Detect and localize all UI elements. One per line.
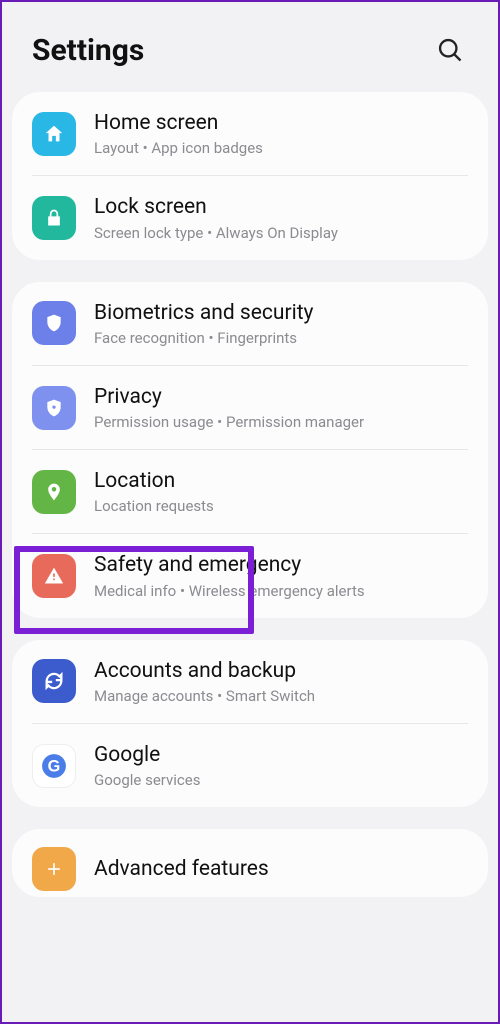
settings-group: Advanced features <box>12 829 488 897</box>
row-title: Lock screen <box>94 194 468 221</box>
row-sub: Google services <box>94 771 468 789</box>
row-sub: Location requests <box>94 497 468 515</box>
settings-row-location[interactable]: Location Location requests <box>32 449 468 533</box>
row-title: Location <box>94 468 468 495</box>
settings-group: Home screen Layout • App icon badges Loc… <box>12 92 488 260</box>
row-text: Google Google services <box>94 742 468 789</box>
settings-group: Biometrics and security Face recognition… <box>12 282 488 618</box>
settings-row-advanced[interactable]: Advanced features <box>32 829 468 897</box>
search-button[interactable] <box>432 32 468 68</box>
row-title: Google <box>94 742 468 769</box>
row-title: Accounts and backup <box>94 658 468 685</box>
row-sub: Face recognition • Fingerprints <box>94 329 468 347</box>
row-title: Privacy <box>94 384 468 411</box>
svg-text:G: G <box>48 757 61 775</box>
row-text: Advanced features <box>94 856 468 883</box>
row-title: Advanced features <box>94 856 468 883</box>
settings-row-privacy[interactable]: Privacy Permission usage • Permission ma… <box>32 365 468 449</box>
row-text: Safety and emergency Medical info • Wire… <box>94 552 468 599</box>
home-icon <box>32 112 76 156</box>
row-title: Home screen <box>94 110 468 137</box>
row-text: Home screen Layout • App icon badges <box>94 110 468 157</box>
row-sub: Screen lock type • Always On Display <box>94 224 468 242</box>
plus-icon <box>32 847 76 891</box>
row-text: Accounts and backup Manage accounts • Sm… <box>94 658 468 705</box>
row-text: Biometrics and security Face recognition… <box>94 300 468 347</box>
row-text: Privacy Permission usage • Permission ma… <box>94 384 468 431</box>
row-title: Safety and emergency <box>94 552 468 579</box>
row-sub: Permission usage • Permission manager <box>94 413 468 431</box>
settings-row-biometrics[interactable]: Biometrics and security Face recognition… <box>32 282 468 365</box>
location-icon <box>32 470 76 514</box>
settings-group: Accounts and backup Manage accounts • Sm… <box>12 640 488 808</box>
settings-row-google[interactable]: G Google Google services <box>32 723 468 807</box>
page-title: Settings <box>32 33 144 68</box>
row-title: Biometrics and security <box>94 300 468 327</box>
google-icon: G <box>32 744 76 788</box>
row-text: Lock screen Screen lock type • Always On… <box>94 194 468 241</box>
settings-row-lock-screen[interactable]: Lock screen Screen lock type • Always On… <box>32 175 468 259</box>
settings-row-accounts[interactable]: Accounts and backup Manage accounts • Sm… <box>32 640 468 723</box>
row-sub: Layout • App icon badges <box>94 139 468 157</box>
search-icon <box>436 36 464 64</box>
row-text: Location Location requests <box>94 468 468 515</box>
privacy-icon <box>32 386 76 430</box>
row-sub: Medical info • Wireless emergency alerts <box>94 582 468 600</box>
settings-row-safety[interactable]: Safety and emergency Medical info • Wire… <box>32 533 468 617</box>
lock-icon <box>32 196 76 240</box>
header: Settings <box>2 2 498 92</box>
settings-row-home-screen[interactable]: Home screen Layout • App icon badges <box>32 92 468 175</box>
row-sub: Manage accounts • Smart Switch <box>94 687 468 705</box>
shield-icon <box>32 301 76 345</box>
alert-icon <box>32 554 76 598</box>
sync-icon <box>32 659 76 703</box>
